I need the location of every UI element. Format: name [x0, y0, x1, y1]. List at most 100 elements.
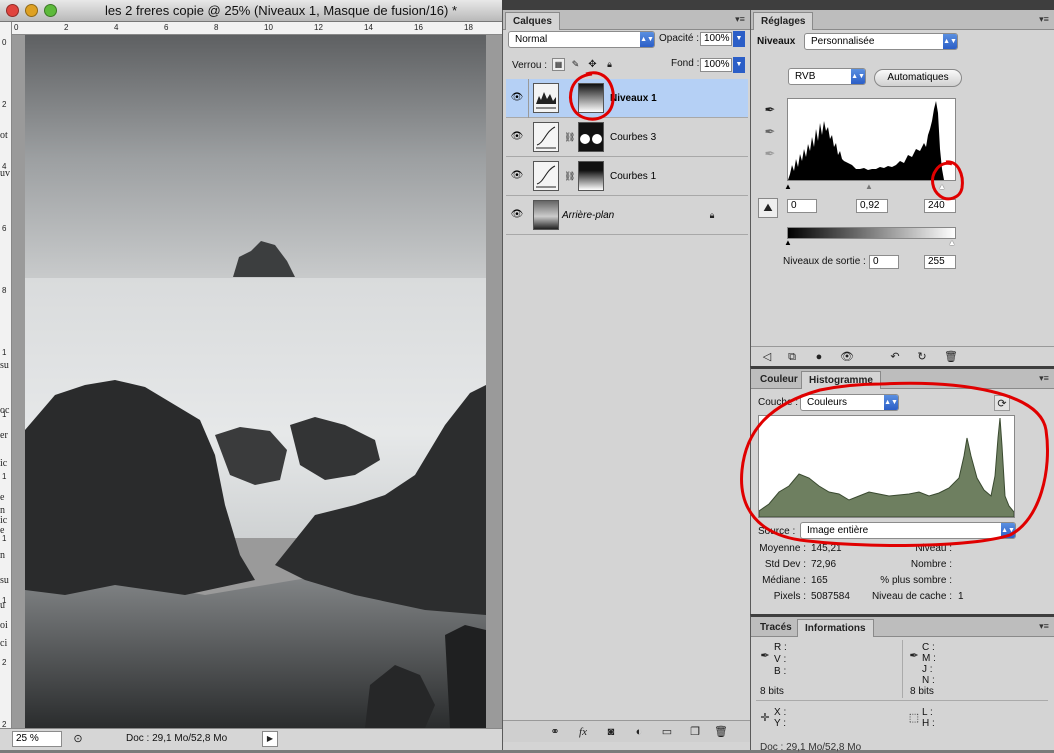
- background-window-text: er: [0, 430, 8, 441]
- back-arrow-icon[interactable]: ◁: [759, 349, 775, 365]
- chain-link-icon[interactable]: ⛓︎: [564, 168, 575, 184]
- right-panel-strip[interactable]: [750, 0, 1054, 10]
- new-adjustment-icon[interactable]: ◐: [631, 724, 647, 740]
- tab-adjustments[interactable]: Réglages: [753, 12, 814, 30]
- previous-state-icon[interactable]: ↶: [887, 349, 903, 365]
- adjustment-type-label: Niveaux: [757, 36, 796, 47]
- trash-icon[interactable]: 🗑︎: [713, 724, 729, 740]
- eye-icon[interactable]: 👁︎: [510, 131, 524, 143]
- preset-select[interactable]: Personnalisée ▲▼: [804, 33, 958, 50]
- ruler-tick-label: 1: [2, 472, 7, 481]
- input-gamma-field[interactable]: 0,92: [856, 199, 888, 213]
- background-window-text: oc: [0, 405, 10, 416]
- eye-icon[interactable]: 👁︎: [510, 92, 524, 104]
- eye-icon[interactable]: 👁︎: [510, 209, 524, 221]
- ruler-tick-label: 4: [114, 23, 119, 32]
- layer-row[interactable]: 👁︎ ⛓︎ Courbes 3: [506, 118, 748, 157]
- stat-label: % plus sombre :: [880, 575, 952, 586]
- fill-field[interactable]: 100%: [700, 58, 732, 72]
- input-white-field[interactable]: 240: [924, 199, 956, 213]
- input-white-slider[interactable]: ▲: [938, 182, 946, 191]
- refresh-icon[interactable]: ⟳: [994, 395, 1010, 411]
- levels-adjustment-icon: [533, 83, 559, 113]
- panel-menu-icon[interactable]: ▾≡: [734, 14, 746, 24]
- info-label-c: C :: [922, 642, 935, 653]
- layer-name: Arrière-plan: [562, 210, 615, 221]
- background-window-text: e: [0, 525, 5, 536]
- tab-histogram[interactable]: Histogramme: [801, 371, 881, 389]
- input-black-field[interactable]: 0: [787, 199, 817, 213]
- add-mask-icon[interactable]: ◙: [603, 724, 619, 740]
- document-title: les 2 freres copie @ 25% (Niveaux 1, Mas…: [104, 3, 458, 18]
- black-eyedropper-icon[interactable]: ✒: [762, 102, 778, 118]
- status-menu-arrow-icon[interactable]: ▶: [262, 731, 278, 747]
- info-label-m: M :: [922, 653, 936, 664]
- lock-all-icon[interactable]: 🔒︎: [603, 58, 616, 71]
- auto-button[interactable]: Automatiques: [874, 69, 962, 87]
- chevron-down-icon: ▲▼: [1001, 523, 1015, 538]
- histogram-source-select[interactable]: Image entière ▲▼: [800, 522, 1016, 539]
- reset-icon[interactable]: ↻: [914, 349, 930, 365]
- output-black-field[interactable]: 0: [869, 255, 899, 269]
- chain-link-icon[interactable]: ⛓︎: [564, 129, 575, 145]
- info-label-j: J :: [922, 664, 933, 675]
- close-icon[interactable]: [6, 4, 19, 17]
- gray-eyedropper-icon[interactable]: ✒: [762, 124, 778, 140]
- eye-icon[interactable]: 👁︎: [510, 170, 524, 182]
- layer-mask-thumbnail[interactable]: [578, 122, 604, 152]
- layer-row[interactable]: 👁︎ ⛓︎ Courbes 1: [506, 157, 748, 196]
- white-eyedropper-icon[interactable]: ✒: [762, 146, 778, 162]
- source-label: Source :: [758, 526, 796, 537]
- output-white-field[interactable]: 255: [924, 255, 956, 269]
- panel-menu-icon[interactable]: ▾≡: [1038, 373, 1050, 383]
- panel-menu-icon[interactable]: ▾≡: [1038, 14, 1050, 24]
- fill-dropdown-icon[interactable]: ▼: [733, 57, 745, 73]
- tab-paths[interactable]: Tracés: [753, 619, 799, 637]
- status-options-icon[interactable]: ⊙: [70, 731, 86, 747]
- clip-to-layer-icon[interactable]: ⧉: [784, 349, 800, 365]
- visibility-toggle-icon[interactable]: ●: [811, 349, 827, 365]
- output-white-slider[interactable]: ▲: [948, 238, 956, 247]
- zoom-icon[interactable]: [44, 4, 57, 17]
- layer-row[interactable]: 👁︎ Arrière-plan 🔒︎: [506, 196, 748, 235]
- info-bits-left: 8 bits: [760, 686, 784, 697]
- background-window-text: ci: [0, 638, 8, 649]
- zoom-level-field[interactable]: 25 %: [12, 731, 62, 747]
- eye-icon[interactable]: 👁︎: [839, 349, 855, 365]
- new-layer-icon[interactable]: ❐: [687, 724, 703, 740]
- document-title-bar[interactable]: les 2 freres copie @ 25% (Niveaux 1, Mas…: [0, 0, 502, 22]
- opacity-dropdown-icon[interactable]: ▼: [733, 31, 745, 47]
- link-layers-icon[interactable]: ⚭: [547, 724, 563, 740]
- lock-label: Verrou :: [512, 60, 548, 71]
- layers-panel-strip[interactable]: [502, 0, 750, 10]
- tab-color[interactable]: Couleur: [753, 371, 805, 389]
- lock-pixels-icon[interactable]: ✎: [569, 58, 582, 71]
- layer-mask-thumbnail[interactable]: [578, 83, 604, 113]
- tab-info[interactable]: Informations: [797, 619, 874, 637]
- layer-name: Courbes 3: [610, 132, 657, 143]
- info-divider: [902, 640, 903, 698]
- image-canvas[interactable]: [25, 35, 486, 728]
- lock-position-icon[interactable]: ✥: [586, 58, 599, 71]
- tab-layers[interactable]: Calques: [505, 12, 560, 30]
- blend-mode-select[interactable]: Normal ▲▼: [508, 31, 655, 48]
- stat-label: Niveau :: [915, 543, 952, 554]
- clip-preview-icon[interactable]: ⛰: [758, 198, 778, 218]
- output-black-slider[interactable]: ▲: [784, 238, 792, 247]
- layer-row[interactable]: 👁︎ Niveaux 1: [506, 79, 748, 118]
- adjustments-panel: Réglages ▾≡: [750, 10, 1054, 366]
- panel-menu-icon[interactable]: ▾≡: [1038, 621, 1050, 631]
- opacity-field[interactable]: 100%: [700, 32, 732, 46]
- minimize-icon[interactable]: [25, 4, 38, 17]
- layer-mask-thumbnail[interactable]: [578, 161, 604, 191]
- input-black-slider[interactable]: ▲: [784, 182, 792, 191]
- trash-icon[interactable]: 🗑︎: [943, 349, 959, 365]
- input-gamma-slider[interactable]: ▲: [865, 182, 873, 191]
- stat-label: Niveau de cache :: [871, 591, 952, 602]
- lock-transparent-icon[interactable]: ▦: [552, 58, 565, 71]
- channel-select[interactable]: RVB ▲▼: [788, 68, 866, 85]
- fx-icon[interactable]: fx: [575, 724, 591, 740]
- new-group-icon[interactable]: ▭: [659, 724, 675, 740]
- histogram-channel-select[interactable]: Couleurs ▲▼: [800, 394, 899, 411]
- ruler-horizontal[interactable]: 0 2 4 6 8 10 12 14 16 18: [12, 22, 502, 35]
